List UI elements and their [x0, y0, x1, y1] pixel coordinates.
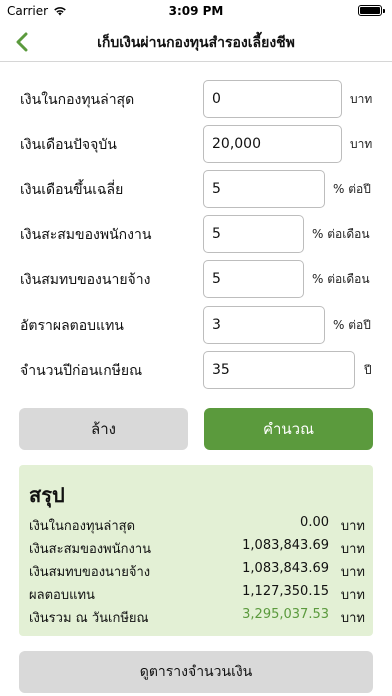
form-row-salary: เงินเดือนปัจจุบัน 20,000 บาท — [0, 125, 392, 163]
back-button[interactable] — [8, 28, 36, 56]
employee-contribution-input[interactable]: 5 — [203, 215, 304, 253]
return-rate-unit: % ต่อปี — [333, 318, 371, 332]
years-to-retire-label: จำนวนปีก่อนเกษียณ — [20, 363, 143, 379]
summary-current-fund-value: 0.00 — [300, 515, 329, 530]
summary-employee-value: 1,083,843.69 — [242, 538, 329, 553]
employee-contribution-unit: % ต่อเดือน — [312, 227, 370, 241]
return-rate-input[interactable]: 3 — [203, 306, 325, 344]
summary-row: เงินรวม ณ วันเกษียณ 3,295,037.53 บาท — [29, 607, 365, 627]
summary-employee-label: เงินสะสมของพนักงาน — [29, 542, 152, 557]
view-table-button[interactable]: ดูตารางจำนวนเงิน — [19, 651, 373, 693]
chevron-left-icon — [16, 32, 28, 52]
battery-icon — [358, 5, 385, 16]
salary-increase-input[interactable]: 5 — [203, 170, 325, 208]
calculate-button[interactable]: คำนวณ — [204, 408, 373, 450]
summary-total-label: เงินรวม ณ วันเกษียณ — [29, 611, 149, 626]
current-fund-unit: บาท — [350, 92, 373, 106]
summary-row: ผลตอบแทน 1,127,350.15 บาท — [29, 584, 365, 604]
employee-contribution-label: เงินสะสมของพนักงาน — [20, 227, 152, 243]
summary-return-unit: บาท — [340, 588, 365, 603]
salary-increase-label: เงินเดือนขึ้นเฉลี่ย — [20, 182, 124, 198]
summary-row: เงินในกองทุนล่าสุด 0.00 บาท — [29, 515, 365, 535]
return-rate-label: อัตราผลตอบแทน — [20, 318, 124, 334]
employer-contribution-input[interactable]: 5 — [203, 260, 304, 298]
battery-level — [360, 7, 380, 14]
form-row-employer-contribution: เงินสมทบของนายจ้าง 5 % ต่อเดือน — [0, 260, 392, 298]
form-row-years-to-retire: จำนวนปีก่อนเกษียณ 35 ปี — [0, 351, 392, 389]
current-fund-input[interactable]: 0 — [203, 80, 342, 118]
clear-button[interactable]: ล้าง — [19, 408, 188, 450]
salary-increase-unit: % ต่อปี — [333, 182, 371, 196]
summary-current-fund-unit: บาท — [340, 519, 365, 534]
status-bar: Carrier 3:09 PM — [0, 0, 392, 22]
navigation-bar: เก็บเงินผ่านกองทุนสำรองเลี้ยงชีพ — [0, 22, 392, 62]
summary-panel: สรุป เงินในกองทุนล่าสุด 0.00 บาท เงินสะส… — [19, 465, 373, 636]
current-fund-label: เงินในกองทุนล่าสุด — [20, 92, 135, 108]
summary-employer-value: 1,083,843.69 — [242, 561, 329, 576]
years-to-retire-unit: ปี — [364, 363, 372, 377]
salary-label: เงินเดือนปัจจุบัน — [20, 137, 117, 153]
form-row-return-rate: อัตราผลตอบแทน 3 % ต่อปี — [0, 306, 392, 344]
form-row-employee-contribution: เงินสะสมของพนักงาน 5 % ต่อเดือน — [0, 215, 392, 253]
status-time: 3:09 PM — [168, 4, 224, 18]
summary-return-value: 1,127,350.15 — [242, 584, 329, 599]
summary-employer-unit: บาท — [340, 565, 365, 580]
summary-row: เงินสะสมของพนักงาน 1,083,843.69 บาท — [29, 538, 365, 558]
form-row-salary-increase: เงินเดือนขึ้นเฉลี่ย 5 % ต่อปี — [0, 170, 392, 208]
form-row-current-fund: เงินในกองทุนล่าสุด 0 บาท — [0, 80, 392, 118]
employer-contribution-unit: % ต่อเดือน — [312, 272, 370, 286]
summary-title: สรุป — [29, 483, 65, 507]
summary-total-unit: บาท — [340, 611, 365, 626]
salary-unit: บาท — [350, 137, 373, 151]
salary-input[interactable]: 20,000 — [203, 125, 342, 163]
summary-total-value: 3,295,037.53 — [242, 607, 329, 622]
summary-employee-unit: บาท — [340, 542, 365, 557]
page-title: เก็บเงินผ่านกองทุนสำรองเลี้ยงชีพ — [97, 35, 295, 51]
years-to-retire-input[interactable]: 35 — [203, 351, 355, 389]
summary-employer-label: เงินสมทบของนายจ้าง — [29, 565, 151, 580]
employer-contribution-label: เงินสมทบของนายจ้าง — [20, 272, 151, 288]
summary-row: เงินสมทบของนายจ้าง 1,083,843.69 บาท — [29, 561, 365, 581]
summary-current-fund-label: เงินในกองทุนล่าสุด — [29, 519, 136, 534]
summary-return-label: ผลตอบแทน — [29, 588, 95, 603]
